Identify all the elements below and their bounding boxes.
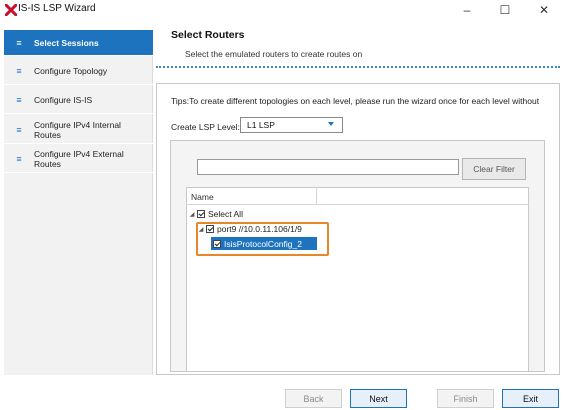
- sidebar-item-select-sessions[interactable]: ≡ Select Sessions: [4, 30, 153, 56]
- window-title: IS-IS LSP Wizard: [18, 3, 96, 14]
- minimize-icon: –: [463, 3, 471, 17]
- chevron-down-icon: [328, 122, 334, 126]
- sidebar-item-configure-topology[interactable]: ≡ Configure Topology: [4, 58, 153, 85]
- clear-filter-button[interactable]: Clear Filter: [462, 158, 526, 180]
- maximize-icon: ☐: [499, 3, 511, 17]
- menu-lines-icon: ≡: [16, 153, 22, 164]
- sidebar-item-configure-isis[interactable]: ≡ Configure IS-IS: [4, 87, 153, 114]
- sidebar-item-label: Configure IPv4 External Routes: [34, 148, 124, 169]
- wizard-sidebar: ≡ Select Sessions ≡ Configure Topology ≡…: [4, 30, 153, 375]
- finish-button[interactable]: Finish: [437, 389, 494, 408]
- sidebar-item-ipv4-external-routes[interactable]: ≡ Configure IPv4 External Routes: [4, 145, 153, 173]
- menu-lines-icon: ≡: [16, 124, 22, 135]
- sidebar-item-label: Configure IPv4 Internal Routes: [34, 119, 121, 140]
- page-subtitle: Select the emulated routers to create ro…: [185, 49, 363, 59]
- back-button[interactable]: Back: [285, 389, 342, 408]
- tree-row-select-all[interactable]: ◢ Select All: [189, 208, 243, 220]
- lsp-level-label: Create LSP Level:: [171, 122, 240, 132]
- tree-item-label: Select All: [208, 209, 243, 219]
- next-button[interactable]: Next: [350, 389, 407, 408]
- menu-lines-icon: ≡: [16, 66, 22, 76]
- close-button[interactable]: ✕: [525, 0, 563, 20]
- sidebar-item-label: Configure IS-IS: [34, 95, 93, 105]
- exit-button[interactable]: Exit: [502, 389, 559, 408]
- header-divider: [156, 66, 560, 68]
- tips-text: Tips:To create different topologies on e…: [171, 96, 540, 106]
- close-icon: ✕: [538, 3, 550, 17]
- column-separator[interactable]: [316, 187, 317, 205]
- expand-arrow-icon[interactable]: ◢: [189, 211, 195, 218]
- sidebar-item-label: Configure Topology: [34, 66, 108, 76]
- filter-input[interactable]: [197, 159, 459, 175]
- minimize-button[interactable]: –: [448, 0, 486, 20]
- lsp-level-dropdown[interactable]: L1 LSP: [240, 117, 343, 133]
- maximize-button[interactable]: ☐: [486, 0, 524, 20]
- page-title: Select Routers: [171, 29, 245, 41]
- sidebar-item-ipv4-internal-routes[interactable]: ≡ Configure IPv4 Internal Routes: [4, 116, 153, 144]
- column-name-header[interactable]: Name: [191, 192, 214, 202]
- app-logo-icon: [5, 4, 17, 16]
- menu-lines-icon: ≡: [16, 37, 22, 48]
- annotation-highlight-box: [196, 222, 329, 256]
- title-bar: IS-IS LSP Wizard – ☐ ✕: [0, 0, 563, 22]
- select-all-checkbox[interactable]: [197, 210, 205, 218]
- menu-lines-icon: ≡: [16, 95, 22, 105]
- tree-column-header: Name: [186, 187, 529, 205]
- sidebar-item-label: Select Sessions: [34, 37, 99, 48]
- lsp-level-value: L1 LSP: [247, 120, 275, 130]
